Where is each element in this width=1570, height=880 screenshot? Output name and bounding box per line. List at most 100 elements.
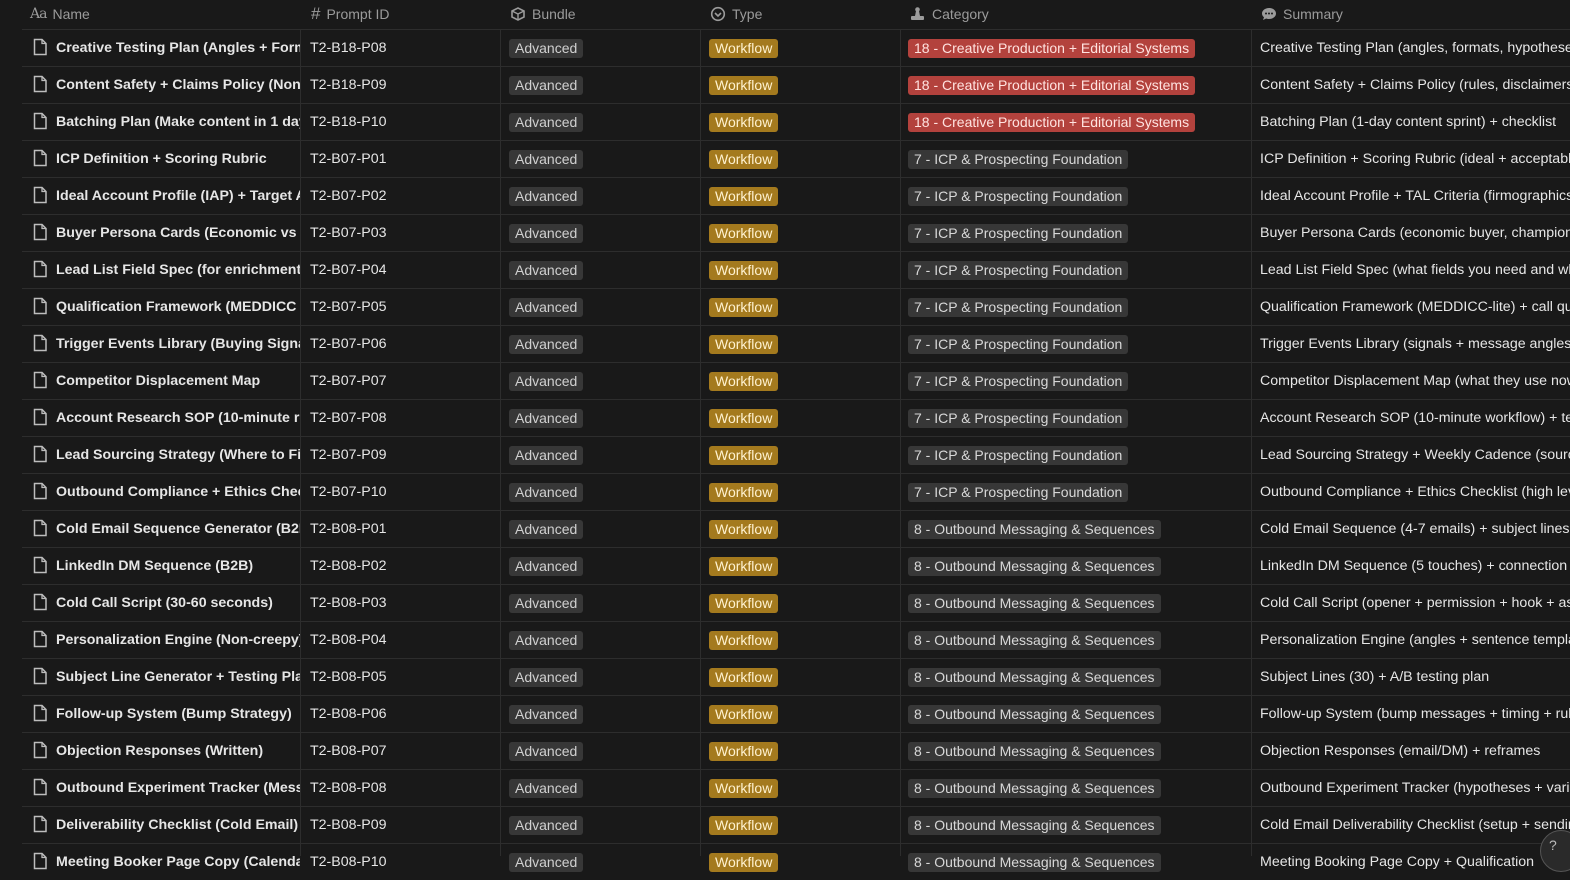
category-cell[interactable]: 8 - Outbound Messaging & Sequences [908, 733, 1252, 769]
category-cell[interactable]: 7 - ICP & Prospecting Foundation [908, 400, 1252, 436]
bundle-cell[interactable]: Advanced [509, 474, 704, 510]
row-name-cell[interactable]: Batching Plan (Make content in 1 day/wee… [22, 104, 300, 140]
table-row[interactable]: Trigger Events Library (Buying Signals) T… [22, 325, 1570, 362]
bundle-cell[interactable]: Advanced [509, 363, 704, 399]
type-cell[interactable]: Workflow [709, 326, 904, 362]
column-header-category[interactable]: Category [909, 0, 989, 28]
summary-cell[interactable]: Account Research SOP (10-minute workflow… [1260, 400, 1570, 436]
row-name[interactable]: Personalization Engine (Non-creepy) [56, 632, 300, 648]
category-cell[interactable]: 7 - ICP & Prospecting Foundation [908, 215, 1252, 251]
column-header-type[interactable]: Type [710, 0, 762, 28]
row-name[interactable]: Trigger Events Library (Buying Signals) [56, 336, 300, 352]
row-name-cell[interactable]: Meeting Booker Page Copy (Calendar Page) [22, 844, 300, 880]
category-cell[interactable]: 7 - ICP & Prospecting Foundation [908, 326, 1252, 362]
table-row[interactable]: LinkedIn DM Sequence (B2B) T2-B08-P02 Adva… [22, 547, 1570, 584]
bundle-cell[interactable]: Advanced [509, 585, 704, 621]
bundle-cell[interactable]: Advanced [509, 289, 704, 325]
row-name-cell[interactable]: LinkedIn DM Sequence (B2B) [22, 548, 300, 584]
type-cell[interactable]: Workflow [709, 252, 904, 288]
type-cell[interactable]: Workflow [709, 474, 904, 510]
prompt-id-cell[interactable]: T2-B08-P03 [310, 585, 506, 621]
row-name-cell[interactable]: Trigger Events Library (Buying Signals) [22, 326, 300, 362]
row-name-cell[interactable]: Personalization Engine (Non-creepy) [22, 622, 300, 658]
prompt-id-cell[interactable]: T2-B07-P07 [310, 363, 506, 399]
table-row[interactable]: Outbound Compliance + Ethics Checklist T2… [22, 473, 1570, 510]
category-cell[interactable]: 8 - Outbound Messaging & Sequences [908, 511, 1252, 547]
summary-cell[interactable]: Creative Testing Plan (angles, formats, … [1260, 30, 1570, 66]
type-cell[interactable]: Workflow [709, 215, 904, 251]
bundle-cell[interactable]: Advanced [509, 252, 704, 288]
category-cell[interactable]: 8 - Outbound Messaging & Sequences [908, 622, 1252, 658]
type-cell[interactable]: Workflow [709, 141, 904, 177]
type-cell[interactable]: Workflow [709, 104, 904, 140]
row-name-cell[interactable]: Deliverability Checklist (Cold Email) [22, 807, 300, 843]
row-name[interactable]: Meeting Booker Page Copy (Calendar Page) [56, 854, 300, 870]
row-name[interactable]: Buyer Persona Cards (Economic vs User) [56, 225, 300, 241]
summary-cell[interactable]: Competitor Displacement Map (what they u… [1260, 363, 1570, 399]
row-name[interactable]: ICP Definition + Scoring Rubric [56, 151, 267, 167]
summary-cell[interactable]: Content Safety + Claims Policy (rules, d… [1260, 67, 1570, 103]
table-row[interactable]: Lead Sourcing Strategy (Where to Find Le… [22, 436, 1570, 473]
table-row[interactable]: Content Safety + Claims Policy (Non-lega… [22, 66, 1570, 103]
type-cell[interactable]: Workflow [709, 807, 904, 843]
prompt-id-cell[interactable]: T2-B08-P07 [310, 733, 506, 769]
type-cell[interactable]: Workflow [709, 363, 904, 399]
category-cell[interactable]: 7 - ICP & Prospecting Foundation [908, 289, 1252, 325]
table-row[interactable]: Batching Plan (Make content in 1 day/wee… [22, 103, 1570, 140]
table-row[interactable]: Personalization Engine (Non-creepy) T2-B0… [22, 621, 1570, 658]
category-cell[interactable]: 8 - Outbound Messaging & Sequences [908, 844, 1252, 880]
category-cell[interactable]: 7 - ICP & Prospecting Foundation [908, 178, 1252, 214]
category-cell[interactable]: 18 - Creative Production + Editorial Sys… [908, 104, 1252, 140]
summary-cell[interactable]: Personalization Engine (angles + sentenc… [1260, 622, 1570, 658]
bundle-cell[interactable]: Advanced [509, 511, 704, 547]
row-name[interactable]: Account Research SOP (10-minute research… [56, 410, 300, 426]
type-cell[interactable]: Workflow [709, 770, 904, 806]
type-cell[interactable]: Workflow [709, 733, 904, 769]
bundle-cell[interactable]: Advanced [509, 67, 704, 103]
summary-cell[interactable]: Lead List Field Spec (what fields you ne… [1260, 252, 1570, 288]
row-name-cell[interactable]: ICP Definition + Scoring Rubric [22, 141, 300, 177]
bundle-cell[interactable]: Advanced [509, 326, 704, 362]
row-name-cell[interactable]: Buyer Persona Cards (Economic vs User) [22, 215, 300, 251]
prompt-id-cell[interactable]: T2-B07-P02 [310, 178, 506, 214]
prompt-id-cell[interactable]: T2-B18-P10 [310, 104, 506, 140]
summary-cell[interactable]: Batching Plan (1-day content sprint) + c… [1260, 104, 1570, 140]
summary-cell[interactable]: LinkedIn DM Sequence (5 touches) + conne… [1260, 548, 1570, 584]
prompt-id-cell[interactable]: T2-B18-P08 [310, 30, 506, 66]
category-cell[interactable]: 7 - ICP & Prospecting Foundation [908, 474, 1252, 510]
row-name[interactable]: LinkedIn DM Sequence (B2B) [56, 558, 253, 574]
type-cell[interactable]: Workflow [709, 696, 904, 732]
prompt-id-cell[interactable]: T2-B07-P09 [310, 437, 506, 473]
type-cell[interactable]: Workflow [709, 289, 904, 325]
summary-cell[interactable]: Cold Email Sequence (4-7 emails) + subje… [1260, 511, 1570, 547]
table-row[interactable]: Meeting Booker Page Copy (Calendar Page)… [22, 843, 1570, 880]
table-row[interactable]: Competitor Displacement Map T2-B07-P07 Adv… [22, 362, 1570, 399]
category-cell[interactable]: 7 - ICP & Prospecting Foundation [908, 363, 1252, 399]
row-name[interactable]: Content Safety + Claims Policy (Non-lega… [56, 77, 300, 93]
type-cell[interactable]: Workflow [709, 844, 904, 880]
row-name[interactable]: Follow-up System (Bump Strategy) [56, 706, 292, 722]
summary-cell[interactable]: Qualification Framework (MEDDICC-lite) +… [1260, 289, 1570, 325]
type-cell[interactable]: Workflow [709, 30, 904, 66]
row-name-cell[interactable]: Cold Call Script (30-60 seconds) [22, 585, 300, 621]
column-header-summary[interactable]: Summary [1261, 0, 1343, 28]
row-name[interactable]: Qualification Framework (MEDDICC Lite) [56, 299, 300, 315]
table-row[interactable]: Account Research SOP (10-minute research… [22, 399, 1570, 436]
prompt-id-cell[interactable]: T2-B08-P06 [310, 696, 506, 732]
table-row[interactable]: Objection Responses (Written) T2-B08-P07 A… [22, 732, 1570, 769]
prompt-id-cell[interactable]: T2-B07-P10 [310, 474, 506, 510]
type-cell[interactable]: Workflow [709, 437, 904, 473]
prompt-id-cell[interactable]: T2-B07-P01 [310, 141, 506, 177]
category-cell[interactable]: 7 - ICP & Prospecting Foundation [908, 141, 1252, 177]
row-name[interactable]: Batching Plan (Make content in 1 day/wee… [56, 114, 300, 130]
prompt-id-cell[interactable]: T2-B08-P01 [310, 511, 506, 547]
summary-cell[interactable]: Cold Email Deliverability Checklist (set… [1260, 807, 1570, 843]
type-cell[interactable]: Workflow [709, 659, 904, 695]
row-name[interactable]: Subject Line Generator + Testing Plan [56, 669, 300, 685]
type-cell[interactable]: Workflow [709, 511, 904, 547]
bundle-cell[interactable]: Advanced [509, 659, 704, 695]
bundle-cell[interactable]: Advanced [509, 400, 704, 436]
prompt-id-cell[interactable]: T2-B08-P09 [310, 807, 506, 843]
category-cell[interactable]: 8 - Outbound Messaging & Sequences [908, 659, 1252, 695]
row-name[interactable]: Outbound Experiment Tracker (Messaging T… [56, 780, 300, 796]
